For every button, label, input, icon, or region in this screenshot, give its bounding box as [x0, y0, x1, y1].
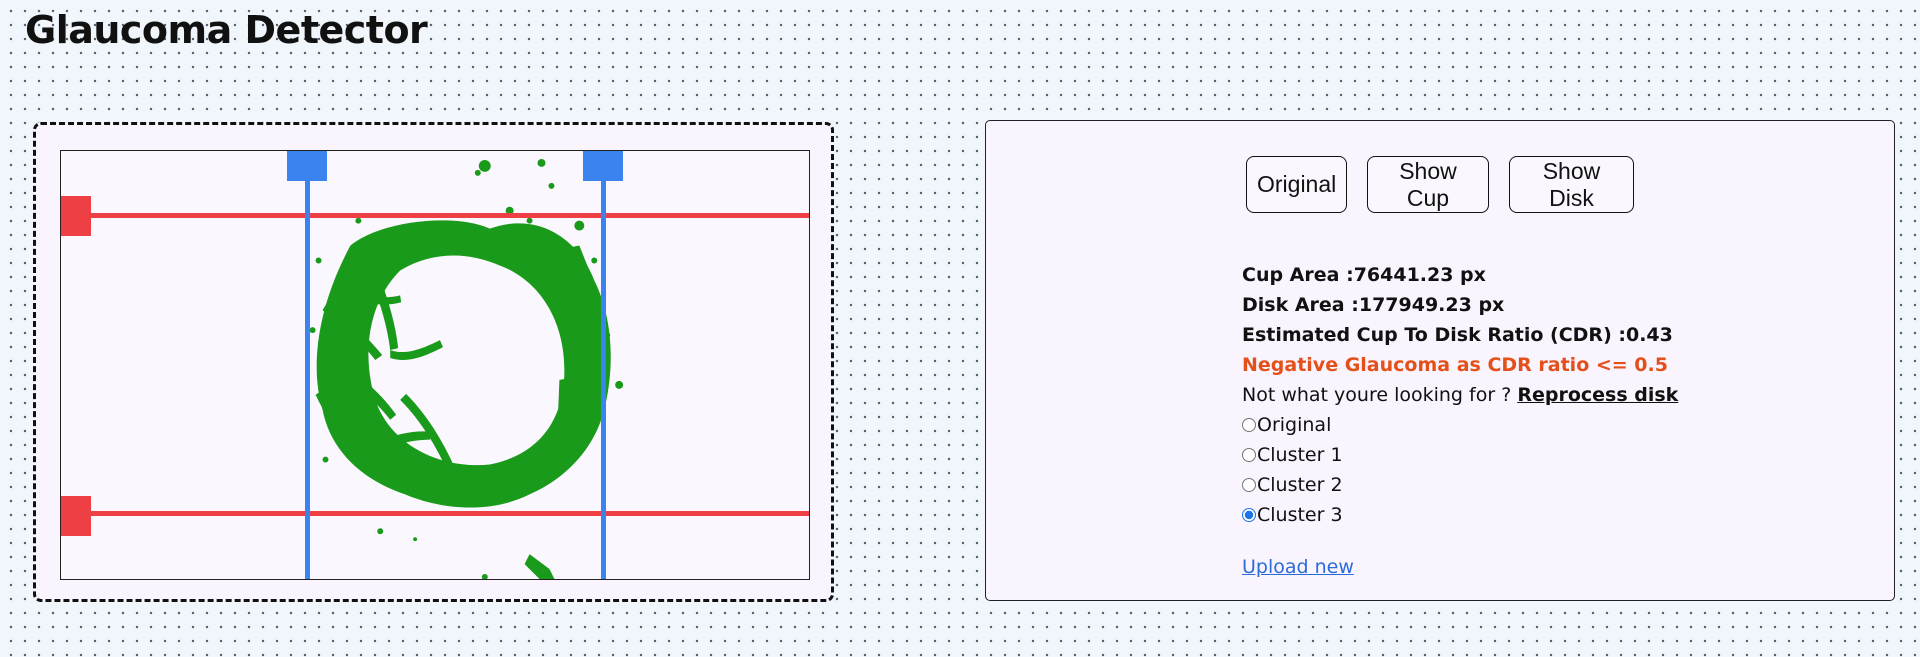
crop-right-handle[interactable] [583, 151, 623, 181]
cluster-option-label: Cluster 3 [1257, 504, 1343, 526]
show-disk-button[interactable]: Show Disk [1509, 156, 1634, 213]
cluster-radio-2[interactable] [1242, 478, 1256, 492]
cdr-value: 0.43 [1625, 324, 1673, 346]
disk-area-value: 177949.23 px [1358, 294, 1505, 316]
view-toggle-group: Original Show Cup Show Disk [1246, 156, 1634, 213]
cluster-option-original[interactable]: Original [1242, 410, 1678, 440]
crop-top-line[interactable] [61, 213, 809, 218]
cluster-option-3[interactable]: Cluster 3 [1242, 500, 1678, 530]
page-title: Glaucoma Detector [25, 8, 428, 52]
diagnosis-verdict: Negative Glaucoma as CDR ratio <= 0.5 [1242, 354, 1668, 376]
crop-left-line[interactable] [305, 151, 310, 579]
results-info: Cup Area :76441.23 px Disk Area :177949.… [1242, 260, 1678, 530]
crop-bottom-line[interactable] [61, 511, 809, 516]
cluster-radio-1[interactable] [1242, 448, 1256, 462]
cup-area-label: Cup Area : [1242, 264, 1354, 286]
cluster-option-label: Original [1257, 414, 1332, 436]
reprocess-prompt: Not what youre looking for ? [1242, 384, 1512, 406]
cluster-option-1[interactable]: Cluster 1 [1242, 440, 1678, 470]
crop-top-handle[interactable] [61, 196, 91, 236]
cup-area-value: 76441.23 px [1353, 264, 1486, 286]
reprocess-line: Not what youre looking for ? Reprocess d… [1242, 380, 1678, 410]
upload-new-link[interactable]: Upload new [1242, 556, 1354, 578]
crop-right-line[interactable] [601, 151, 606, 579]
cluster-radio-original[interactable] [1242, 418, 1256, 432]
cdr-line: Estimated Cup To Disk Ratio (CDR) :0.43 [1242, 320, 1678, 350]
reprocess-disk-link[interactable]: Reprocess disk [1517, 384, 1678, 406]
cdr-label: Estimated Cup To Disk Ratio (CDR) : [1242, 324, 1626, 346]
crop-left-handle[interactable] [287, 151, 327, 181]
image-canvas[interactable] [60, 150, 810, 580]
cluster-radio-3[interactable] [1242, 508, 1256, 522]
cluster-option-label: Cluster 1 [1257, 444, 1343, 466]
cluster-option-label: Cluster 2 [1257, 474, 1343, 496]
crop-bottom-handle[interactable] [61, 496, 91, 536]
disk-area-line: Disk Area :177949.23 px [1242, 290, 1678, 320]
disk-area-label: Disk Area : [1242, 294, 1359, 316]
show-cup-button[interactable]: Show Cup [1367, 156, 1489, 213]
cluster-option-2[interactable]: Cluster 2 [1242, 470, 1678, 500]
show-original-button[interactable]: Original [1246, 156, 1347, 213]
cup-area-line: Cup Area :76441.23 px [1242, 260, 1678, 290]
